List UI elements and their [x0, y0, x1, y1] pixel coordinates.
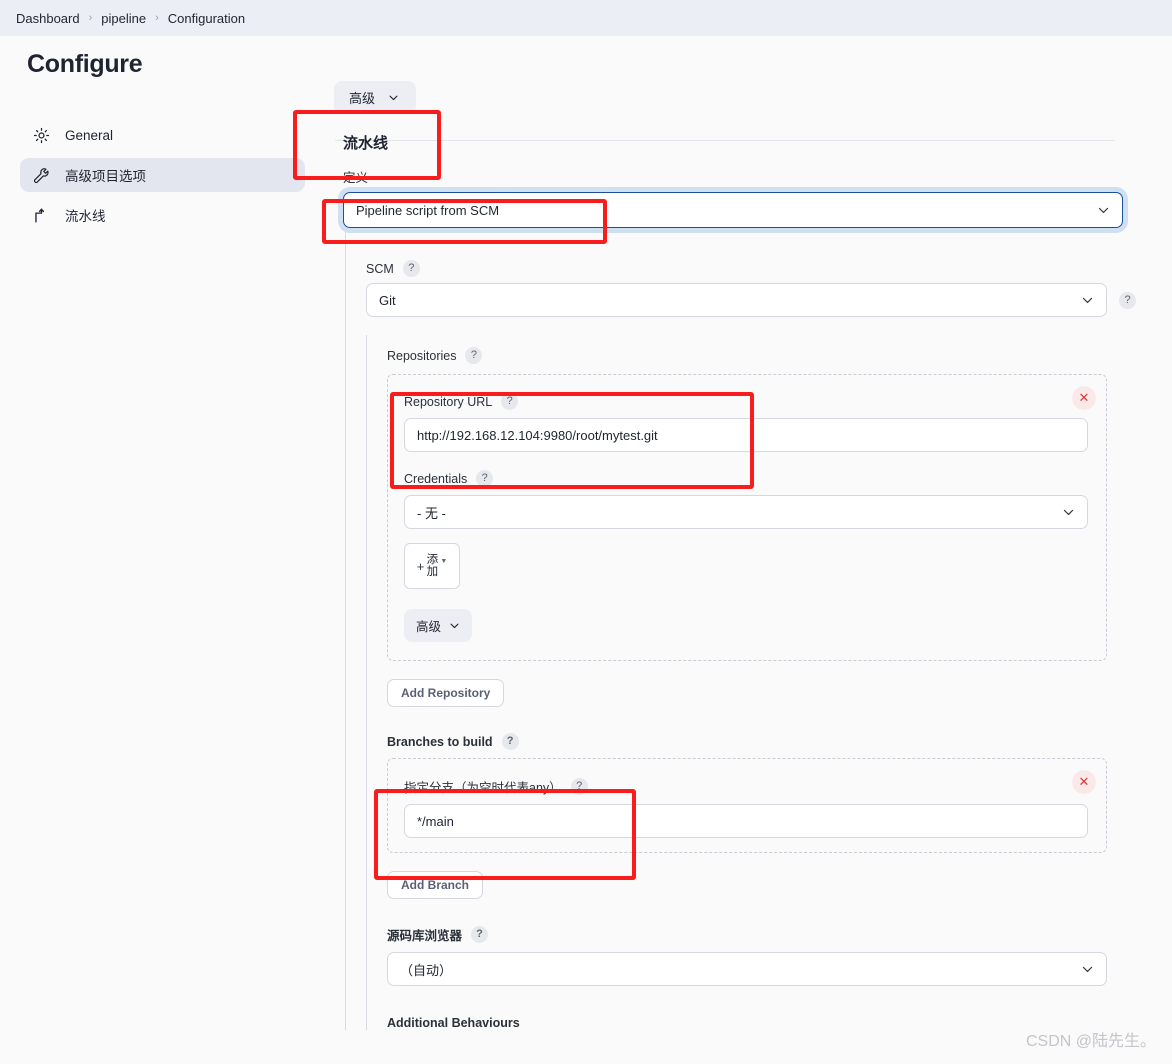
definition-row: Pipeline script from SCM: [343, 192, 1123, 228]
breadcrumb-item-pipeline[interactable]: pipeline: [101, 11, 146, 26]
scm-label: SCM ?: [366, 260, 1135, 277]
sidebar-item-label: General: [65, 127, 114, 143]
additional-behaviours-label: Additional Behaviours: [387, 1016, 520, 1030]
repository-url-input[interactable]: http://192.168.12.104:9980/root/mytest.g…: [404, 418, 1088, 452]
csdn-watermark: CSDN @陆先生。: [1025, 1033, 1156, 1050]
chevron-down-icon: [1063, 509, 1074, 516]
repository-advanced-button[interactable]: 高级: [404, 609, 473, 642]
repository-entry-card: ✕ Repository URL ? http://192.168.12.104…: [387, 374, 1107, 661]
scm-trailing-help-icon[interactable]: ?: [1119, 291, 1136, 309]
caret-down-icon: ▼: [440, 558, 448, 565]
sidebar-item-pipeline[interactable]: 流水线: [20, 198, 305, 232]
chevron-down-icon: [450, 623, 459, 629]
branch-specifier-help-icon[interactable]: ?: [570, 778, 588, 795]
repository-advanced-label: 高级: [416, 620, 442, 634]
wrench-icon: [33, 167, 49, 183]
credentials-help-icon[interactable]: ?: [476, 470, 494, 487]
config-sidebar: General 高级项目选项 流水线: [0, 100, 335, 1030]
branch-entry-card: ✕ 指定分支（为空时代表any） ? */main: [387, 758, 1107, 853]
sidebar-item-general[interactable]: General: [20, 118, 305, 152]
pipeline-section-title: 流水线: [343, 135, 389, 152]
breadcrumb-item-configuration[interactable]: Configuration: [168, 11, 245, 26]
page-header: Configure 高级: [0, 36, 1172, 141]
pipeline-icon: [35, 207, 45, 223]
repository-url-help-icon[interactable]: ?: [501, 393, 519, 410]
breadcrumb-separator-icon: ›: [88, 12, 93, 24]
credentials-select[interactable]: - 无 -: [404, 495, 1088, 529]
add-credentials-label: 添加: [426, 553, 439, 578]
remove-branch-button[interactable]: ✕: [1072, 770, 1096, 794]
branches-to-build-label: Branches to build ?: [387, 733, 1126, 750]
scm-select[interactable]: Git: [366, 283, 1107, 317]
repository-browser-label: 源码库浏览器 ?: [387, 925, 1126, 944]
branch-specifier-label: 指定分支（为空时代表any） ?: [404, 777, 1090, 796]
scm-section: SCM ? Git ? Repositories ? ✕ Repository …: [345, 228, 1136, 1030]
config-main-panel: 流水线 定义 Pipeline script from SCM SCM ? Gi…: [335, 100, 1172, 1030]
branch-specifier-value: */main: [417, 813, 454, 829]
scm-help-icon[interactable]: ?: [402, 260, 420, 277]
add-repository-button[interactable]: Add Repository: [387, 679, 505, 707]
repository-url-value: http://192.168.12.104:9980/root/mytest.g…: [417, 427, 658, 443]
definition-select-value: Pipeline script from SCM: [356, 202, 500, 218]
branches-help-icon[interactable]: ?: [501, 733, 519, 750]
sidebar-item-label: 高级项目选项: [65, 169, 146, 184]
branch-specifier-input[interactable]: */main: [404, 804, 1088, 838]
add-branch-button[interactable]: Add Branch: [387, 871, 484, 899]
breadcrumb: Dashboard › pipeline › Configuration: [0, 0, 1172, 36]
gear-icon: [33, 127, 50, 143]
credentials-label: Credentials ?: [404, 470, 1090, 487]
chevron-down-icon: [1082, 966, 1093, 973]
definition-select[interactable]: Pipeline script from SCM: [343, 192, 1123, 228]
sidebar-item-advanced-project-options[interactable]: 高级项目选项: [20, 158, 305, 192]
chevron-down-icon: [1082, 297, 1093, 304]
repository-url-label: Repository URL ?: [404, 393, 1090, 410]
repositories-section: Repositories ? ✕ Repository URL ? http:/…: [366, 335, 1126, 1030]
repository-browser-help-icon[interactable]: ?: [471, 926, 489, 943]
repository-browser-value: （自动）: [400, 962, 453, 978]
remove-repository-button[interactable]: ✕: [1072, 386, 1096, 410]
sidebar-item-label: 流水线: [65, 209, 106, 224]
definition-label: 定义: [343, 171, 369, 185]
page-title: Configure: [27, 50, 143, 78]
add-credentials-button[interactable]: + 添加 ▼: [404, 543, 460, 589]
repository-browser-select[interactable]: （自动）: [387, 952, 1107, 986]
repositories-help-icon[interactable]: ?: [465, 347, 483, 364]
breadcrumb-separator-icon: ›: [155, 12, 159, 24]
repositories-label: Repositories ?: [387, 347, 1126, 364]
chevron-down-icon: [1098, 207, 1109, 214]
breadcrumb-item-dashboard[interactable]: Dashboard: [16, 11, 80, 26]
scm-select-value: Git: [379, 292, 396, 308]
plus-icon: +: [416, 558, 425, 574]
credentials-select-value: - 无 -: [417, 505, 446, 521]
